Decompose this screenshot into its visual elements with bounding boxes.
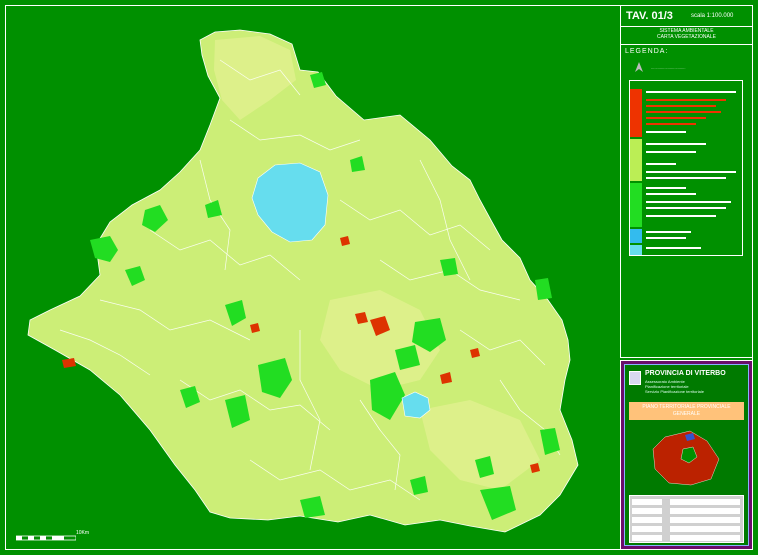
province-name: PROVINCIA DI VITERBO bbox=[645, 370, 726, 377]
subtitle-line-2: CARTA VEGETAZIONALE bbox=[657, 34, 716, 40]
legend-entry bbox=[646, 143, 706, 145]
info-cell bbox=[632, 517, 662, 523]
legend-panel: TAV. 01/3 scala 1:100.000 SISTEMA AMBIEN… bbox=[620, 5, 753, 358]
info-cell bbox=[632, 535, 662, 541]
plan-title-line-2: GENERALE bbox=[672, 411, 701, 417]
title-row: TAV. 01/3 scala 1:100.000 bbox=[621, 6, 752, 27]
plan-title-box: PIANO TERRITORIALE PROVINCIALE GENERALE bbox=[629, 402, 744, 420]
title-block-inner: PROVINCIA DI VITERBO Assessorato Ambient… bbox=[624, 364, 749, 546]
legend-entry bbox=[646, 231, 691, 233]
scale-bar-label: 10Km bbox=[76, 530, 90, 536]
info-cell bbox=[632, 526, 662, 532]
legend-entry bbox=[646, 237, 686, 239]
info-cell bbox=[670, 499, 740, 505]
divider bbox=[621, 44, 752, 45]
info-cell bbox=[670, 508, 740, 514]
legend-band-blue bbox=[630, 229, 642, 243]
legend-entry bbox=[646, 163, 676, 165]
legend-entry bbox=[646, 177, 726, 179]
info-cell bbox=[670, 517, 740, 523]
panel-title: TAV. 01/3 bbox=[626, 10, 673, 22]
info-cell bbox=[632, 508, 662, 514]
legend-entry bbox=[646, 201, 731, 203]
legend-entry bbox=[646, 207, 726, 209]
legend-entry bbox=[646, 105, 716, 107]
legend-entry bbox=[646, 215, 716, 217]
location-inset-map bbox=[652, 430, 720, 486]
legend-entry bbox=[646, 111, 721, 113]
legend-band-red bbox=[630, 89, 642, 137]
legend-entry bbox=[646, 247, 701, 249]
vegetation-map[interactable] bbox=[0, 0, 620, 555]
info-cell bbox=[670, 526, 740, 532]
legend-entry bbox=[646, 123, 696, 125]
plan-title-line-1: PIANO TERRITORIALE PROVINCIALE bbox=[642, 404, 731, 410]
north-arrow-icon bbox=[635, 62, 643, 72]
scale-bar bbox=[16, 535, 76, 541]
legend-table bbox=[629, 80, 743, 256]
legend-band-lime bbox=[630, 139, 642, 181]
legend-entry bbox=[646, 151, 696, 153]
info-table bbox=[629, 495, 744, 543]
scale-text: scala 1:100.000 bbox=[691, 13, 734, 19]
legend-sidebar: TAV. 01/3 scala 1:100.000 SISTEMA AMBIEN… bbox=[620, 5, 753, 550]
map-subtitle: SISTEMA AMBIENTALE CARTA VEGETAZIONALE bbox=[621, 28, 752, 40]
legend-band-green bbox=[630, 183, 642, 227]
legend-icon-label: ............................... bbox=[651, 65, 686, 70]
legend-entry bbox=[646, 187, 686, 189]
title-block: PROVINCIA DI VITERBO Assessorato Ambient… bbox=[620, 360, 753, 550]
assessorato-text: Assessorato Ambiente Pianificazione terr… bbox=[645, 379, 704, 394]
legend-entry bbox=[646, 91, 736, 93]
assessorato-line-3: Servizio Pianificazione territoriale bbox=[645, 389, 704, 394]
legend-entry bbox=[646, 99, 726, 101]
legend-entry bbox=[646, 131, 686, 133]
legend-band-cyan bbox=[630, 245, 642, 255]
legend-entry bbox=[646, 117, 706, 119]
legend-entry bbox=[646, 171, 736, 173]
legend-entry bbox=[646, 193, 696, 195]
info-cell bbox=[670, 535, 740, 541]
province-crest-icon bbox=[629, 371, 641, 385]
legend-heading: LEGENDA: bbox=[625, 48, 669, 55]
info-cell bbox=[632, 499, 662, 505]
